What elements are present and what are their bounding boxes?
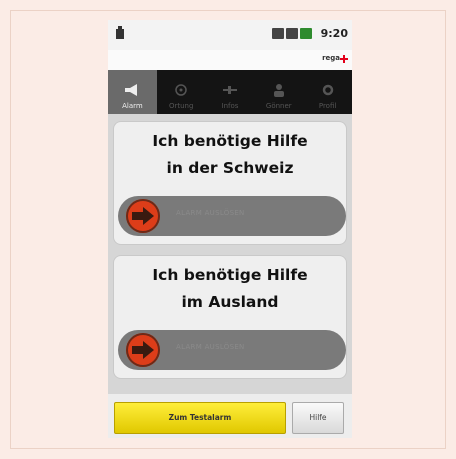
- plane-icon: [222, 86, 237, 94]
- alarm-card-abroad: Ich benötige Hilfe im Ausland Alarm ausl…: [114, 256, 346, 378]
- sim-icon: [272, 28, 284, 39]
- test-alarm-button[interactable]: Zum Testalarm: [114, 402, 286, 434]
- slider-label: Alarm auslösen: [176, 209, 245, 217]
- tab-goenner[interactable]: Gönner: [254, 70, 303, 114]
- bottom-bar: Zum Testalarm Hilfe: [108, 394, 352, 438]
- alarm-slider-switzerland[interactable]: Alarm auslösen: [118, 196, 346, 236]
- card-title-line1: Ich benötige Hilfe: [152, 132, 308, 150]
- tab-profil[interactable]: Profil: [303, 70, 352, 114]
- tab-label: Profil: [318, 102, 337, 110]
- person-icon: [273, 84, 284, 97]
- arrow-right-icon: [132, 341, 154, 359]
- tab-label: Infos: [221, 102, 239, 110]
- slider-knob[interactable]: [126, 199, 160, 233]
- megaphone-icon: [125, 84, 138, 96]
- tab-alarm[interactable]: Alarm: [108, 70, 157, 114]
- settings-icon: [322, 84, 333, 96]
- tab-infos[interactable]: Infos: [206, 70, 255, 114]
- tab-label: Ortung: [168, 102, 194, 110]
- card-title-line2: in der Schweiz: [166, 159, 294, 177]
- notification-icon: [116, 26, 124, 39]
- arrow-right-icon: [132, 207, 154, 225]
- alarm-content: Ich benötige Hilfe in der Schweiz Alarm …: [108, 114, 352, 394]
- tab-bar: Alarm Ortung Infos Gönner Profil: [108, 70, 352, 114]
- battery-icon: [300, 28, 312, 39]
- status-icons: [272, 28, 312, 39]
- card-title-line1: Ich benötige Hilfe: [152, 266, 308, 284]
- tab-label: Alarm: [122, 102, 143, 110]
- brand-name: rega: [322, 54, 340, 62]
- tab-label: Gönner: [265, 102, 292, 110]
- alarm-card-switzerland: Ich benötige Hilfe in der Schweiz Alarm …: [114, 122, 346, 244]
- card-title-line2: im Ausland: [181, 293, 279, 311]
- location-icon: [175, 84, 187, 96]
- brand-bar: rega: [108, 50, 352, 70]
- clock: 9:20: [320, 27, 348, 40]
- slider-label: Alarm auslösen: [176, 343, 245, 351]
- rega-cross-icon: [340, 55, 348, 63]
- help-button[interactable]: Hilfe: [292, 402, 344, 434]
- status-bar: 9:20: [108, 20, 352, 50]
- phone-screen: 9:20 rega Alarm Ortung Infos Gönner Prof…: [108, 20, 352, 438]
- slider-knob[interactable]: [126, 333, 160, 367]
- tab-ortung[interactable]: Ortung: [157, 70, 206, 114]
- alarm-slider-abroad[interactable]: Alarm auslösen: [118, 330, 346, 370]
- signal-icon: [286, 28, 298, 39]
